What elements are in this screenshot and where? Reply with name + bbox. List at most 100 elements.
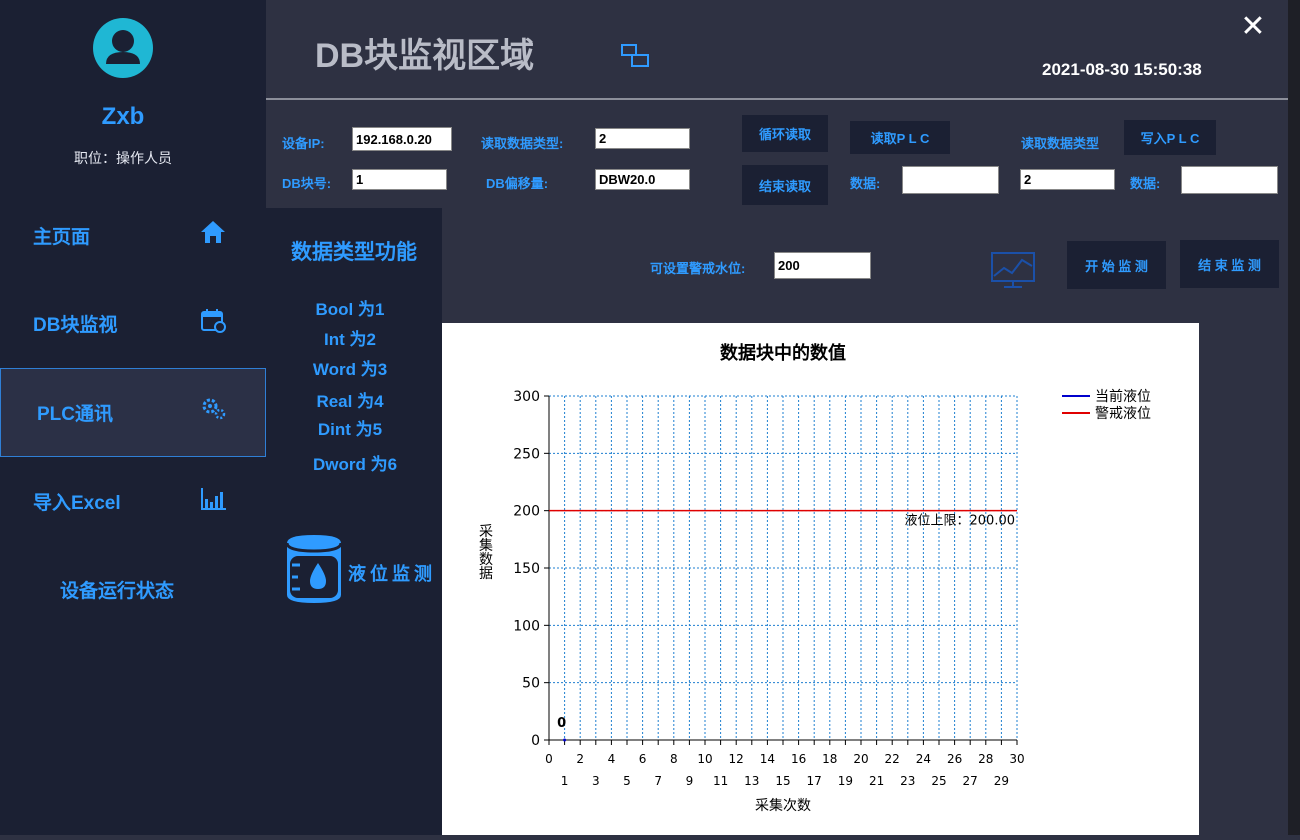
nav-item-device-status[interactable]: 设备运行状态 <box>0 546 266 634</box>
monitor-chart-icon <box>990 250 1036 290</box>
x-tick-label: 8 <box>670 752 678 766</box>
data-label-2: 数据: <box>1130 176 1161 191</box>
start-monitor-button[interactable]: 开 始 监 测 <box>1067 241 1166 289</box>
level-monitor-label[interactable]: 液位监测 <box>348 560 436 586</box>
x-axis-label: 采集次数 <box>755 797 811 814</box>
x-tick-label: 19 <box>838 774 853 788</box>
y-tick-label: 0 <box>531 733 540 749</box>
y-tick-label: 150 <box>513 561 540 577</box>
nav-label: 设备运行状态 <box>60 581 175 602</box>
nav-label: 主页面 <box>33 227 91 248</box>
data-label-1: 数据: <box>850 176 881 191</box>
offset-input[interactable] <box>595 169 690 190</box>
page-title: DB块监视区域 <box>315 37 535 75</box>
data-type-item: Real 为4 <box>316 392 384 411</box>
read-type-label: 读取数据类型: <box>481 136 564 151</box>
x-tick-label: 10 <box>697 752 712 766</box>
x-tick-label: 17 <box>807 774 822 788</box>
nav-item-plc[interactable]: PLC通讯 <box>0 368 266 457</box>
limit-annotation: 液位上限：200.00 <box>905 514 1016 529</box>
x-tick-label: 11 <box>713 774 728 788</box>
read-type-input-2[interactable] <box>1020 169 1115 190</box>
data-type-item: Int 为2 <box>324 330 376 349</box>
read-type-label-2: 读取数据类型 <box>1021 136 1100 151</box>
bar-chart-icon <box>199 484 227 512</box>
x-tick-label: 22 <box>885 752 900 766</box>
data-type-item: Word 为3 <box>312 360 388 379</box>
data-type-item: Bool 为1 <box>315 300 385 319</box>
alarm-level-label: 可设置警戒水位: <box>650 261 746 276</box>
header-divider <box>266 98 1294 100</box>
avatar-icon <box>93 18 153 78</box>
nav-label: DB块监视 <box>33 315 118 336</box>
x-tick-label: 13 <box>744 774 759 788</box>
end-monitor-button[interactable]: 结 束 监 测 <box>1180 240 1279 288</box>
x-tick-label: 18 <box>822 752 837 766</box>
x-tick-label: 25 <box>931 774 946 788</box>
nav-item-import-excel[interactable]: 导入Excel <box>0 458 266 546</box>
user-role: 职位：操作人员 <box>74 150 172 166</box>
x-tick-label: 24 <box>916 752 931 766</box>
legend-label: 警戒液位 <box>1095 406 1151 422</box>
user-name: Zxb <box>101 103 145 130</box>
window-switch-icon[interactable] <box>620 43 652 71</box>
series-point-0 <box>563 738 567 742</box>
data-input-1[interactable] <box>902 166 999 194</box>
y-tick-label: 100 <box>513 618 540 634</box>
x-tick-label: 30 <box>1009 752 1024 766</box>
x-tick-label: 4 <box>608 752 616 766</box>
home-icon <box>199 218 227 246</box>
data-type-title: 数据类型功能 <box>291 241 417 264</box>
alarm-level-input[interactable] <box>774 252 871 279</box>
nav-item-db-monitor[interactable]: DB块监视 <box>0 280 266 368</box>
data-type-item: Dint 为5 <box>317 420 383 439</box>
x-tick-label: 28 <box>978 752 993 766</box>
legend-label: 当前液位 <box>1095 388 1151 405</box>
ip-label: 设备IP: <box>282 136 325 151</box>
end-read-button[interactable]: 结束读取 <box>742 165 828 205</box>
loop-read-button[interactable]: 循环读取 <box>742 115 828 152</box>
nav-label: PLC通讯 <box>37 404 114 425</box>
x-tick-label: 7 <box>654 774 662 788</box>
close-icon[interactable]: ✕ <box>1238 12 1268 42</box>
data-point-label: 0 <box>557 716 566 731</box>
x-tick-label: 15 <box>775 774 790 788</box>
db-input[interactable] <box>352 169 447 190</box>
x-tick-label: 5 <box>623 774 631 788</box>
datetime: 2021-08-30 15:50:38 <box>1042 60 1202 79</box>
x-tick-label: 1 <box>561 774 569 788</box>
x-tick-label: 12 <box>729 752 744 766</box>
y-tick-label: 250 <box>513 446 540 462</box>
db-label: DB块号: <box>282 176 332 191</box>
nav-label: 导入Excel <box>33 493 121 514</box>
x-tick-label: 16 <box>791 752 806 766</box>
level-monitor-button[interactable] <box>284 533 344 605</box>
write-plc-button[interactable]: 写入P L C <box>1124 120 1216 155</box>
x-tick-label: 27 <box>963 774 978 788</box>
offset-label: DB偏移量: <box>486 176 549 191</box>
x-tick-label: 26 <box>947 752 962 766</box>
water-tank-icon <box>285 535 343 603</box>
x-tick-label: 14 <box>760 752 775 766</box>
x-tick-label: 21 <box>869 774 884 788</box>
chart-area: 数据块中的数值 0 50 100 150 200 250 300 0 2 4 6 8 10 12 14 16 18… <box>442 323 1199 835</box>
ip-input[interactable] <box>352 127 452 151</box>
x-tick-label: 6 <box>639 752 647 766</box>
read-type-input[interactable] <box>595 128 690 149</box>
x-tick-label: 2 <box>576 752 584 766</box>
x-tick-label: 20 <box>853 752 868 766</box>
x-tick-label: 23 <box>900 774 915 788</box>
y-tick-label: 200 <box>513 504 540 520</box>
y-tick-label: 300 <box>513 389 540 405</box>
nav-item-home[interactable]: 主页面 <box>0 192 266 280</box>
chart-title: 数据块中的数值 <box>720 342 846 364</box>
x-tick-label: 29 <box>994 774 1009 788</box>
y-axis-label: 采集数据 <box>479 524 493 582</box>
x-tick-label: 9 <box>686 774 694 788</box>
data-input-2[interactable] <box>1181 166 1278 194</box>
calendar-icon <box>199 306 227 334</box>
x-tick-label: 0 <box>545 752 553 766</box>
window-edge <box>1288 0 1300 835</box>
level-chart: 数据块中的数值0501001502002503000 2 4 6 8 10 12 14 16 18… <box>479 342 1151 814</box>
read-plc-button[interactable]: 读取P L C <box>850 121 950 154</box>
